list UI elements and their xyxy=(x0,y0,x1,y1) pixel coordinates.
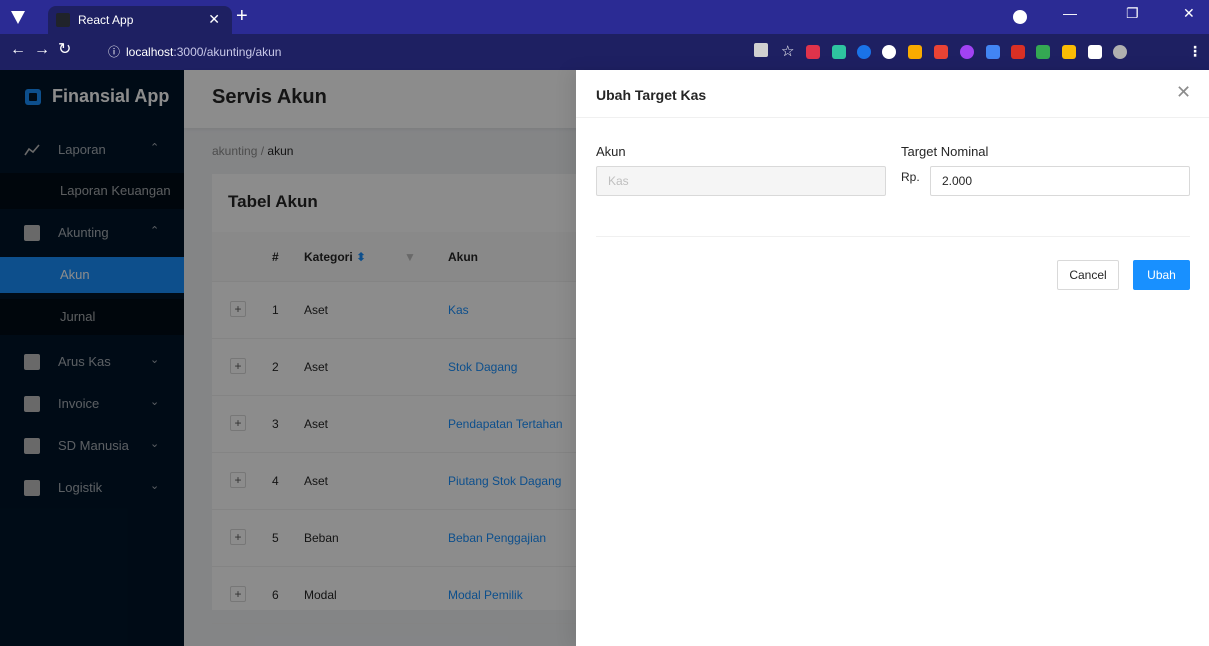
currency-prefix: Rp. xyxy=(901,170,920,184)
target-nominal-label: Target Nominal xyxy=(901,144,989,159)
extension-icon[interactable] xyxy=(1036,45,1050,59)
extension-icon[interactable] xyxy=(908,45,922,59)
new-tab-icon[interactable]: + xyxy=(236,6,248,26)
avatar[interactable] xyxy=(1113,45,1127,59)
app: Finansial App Laporan ⌃ Laporan Keuangan… xyxy=(0,70,1209,646)
extension-icon[interactable] xyxy=(934,45,948,59)
restore-icon[interactable]: ❐ xyxy=(1126,5,1139,22)
extension-icon[interactable] xyxy=(1011,45,1025,59)
forward-icon[interactable]: → xyxy=(34,42,50,58)
url-field[interactable]: ⓘ localhost:3000/akunting/akun xyxy=(108,43,281,60)
extension-icon[interactable] xyxy=(857,45,871,59)
drawer-title: Ubah Target Kas xyxy=(596,87,707,103)
browser-tab[interactable]: React App ✕ xyxy=(48,6,232,34)
extension-icon[interactable] xyxy=(986,45,1000,59)
divider xyxy=(596,236,1190,237)
info-icon[interactable]: ⓘ xyxy=(108,43,120,60)
extension-icon[interactable] xyxy=(960,45,974,59)
akun-field-value: Kas xyxy=(608,174,629,188)
reload-icon[interactable]: ↻ xyxy=(58,42,71,58)
target-nominal-input[interactable] xyxy=(930,166,1190,196)
extension-icon[interactable] xyxy=(1062,45,1076,59)
close-window-icon[interactable]: ✕ xyxy=(1183,5,1195,22)
close-tab-icon[interactable]: ✕ xyxy=(208,11,220,28)
more-menu-icon[interactable]: ⋮ xyxy=(1188,43,1202,60)
browser-tab-bar: React App ✕ + — ❐ ✕ xyxy=(0,0,1209,34)
adblock-icon[interactable] xyxy=(806,45,820,59)
bookmark-star-icon[interactable]: ☆ xyxy=(781,42,794,60)
cancel-button[interactable]: Cancel xyxy=(1057,260,1119,290)
close-icon[interactable]: ✕ xyxy=(1176,83,1191,101)
translate-icon[interactable] xyxy=(754,43,768,57)
drawer-mask[interactable] xyxy=(0,70,576,646)
puzzle-icon[interactable] xyxy=(1088,45,1102,59)
url-path: :3000/akunting/akun xyxy=(173,45,282,59)
drawer-header: Ubah Target Kas ✕ xyxy=(576,70,1209,118)
akun-field: Kas xyxy=(596,166,886,196)
extension-icon[interactable] xyxy=(882,45,896,59)
tab-title: React App xyxy=(78,13,134,27)
akun-label: Akun xyxy=(596,144,626,159)
edit-drawer: Ubah Target Kas ✕ Akun Target Nominal Ka… xyxy=(576,70,1209,646)
submit-button[interactable]: Ubah xyxy=(1133,260,1190,290)
back-icon[interactable]: ← xyxy=(10,42,26,58)
minimize-icon[interactable]: — xyxy=(1063,5,1077,21)
url-host: localhost xyxy=(126,45,174,59)
browser-menu-icon[interactable] xyxy=(10,9,26,25)
extension-icon[interactable] xyxy=(832,45,846,59)
react-icon xyxy=(56,13,70,27)
address-bar: ← → ↻ ⓘ localhost:3000/akunting/akun ☆ ⋮ xyxy=(0,34,1209,70)
profile-icon[interactable] xyxy=(1013,10,1027,24)
